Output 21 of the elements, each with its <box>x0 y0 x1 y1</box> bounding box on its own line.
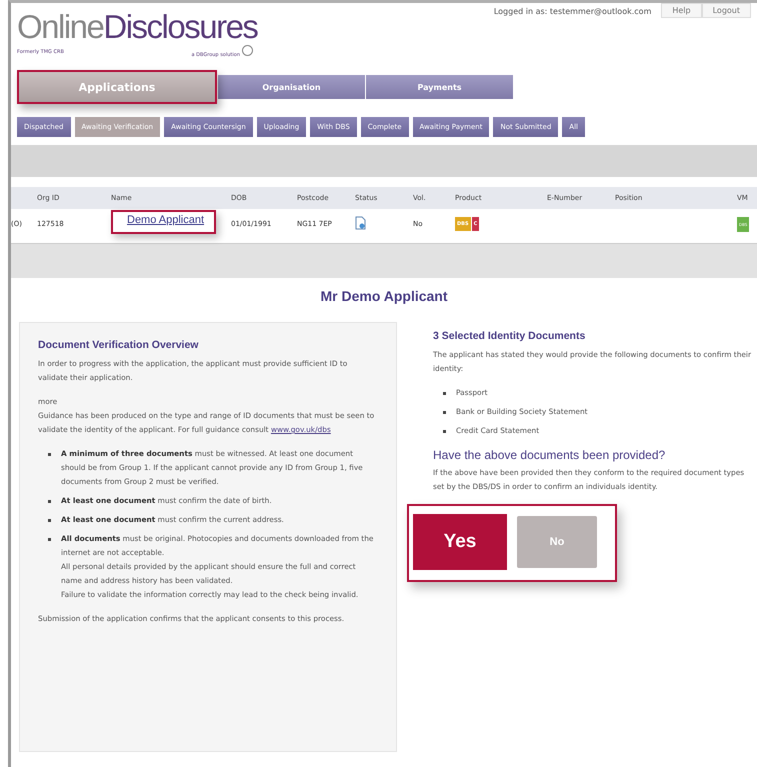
main-tab[interactable]: Applications <box>17 70 217 104</box>
main-tab[interactable]: Organisation <box>217 75 365 99</box>
document-icon <box>355 216 366 230</box>
panel-title: Document Verification Overview <box>38 339 200 351</box>
bullet-icon <box>48 538 51 541</box>
section-title: 3 Selected Identity Documents <box>433 330 586 342</box>
header-link[interactable]: Logout <box>702 3 751 18</box>
main-tab[interactable]: Payments <box>365 75 513 99</box>
applicant-link[interactable]: Demo Applicant <box>111 210 216 234</box>
bullet-icon <box>443 430 446 433</box>
logo: OnlineDisclosures <box>17 9 258 45</box>
question-title: Have the above documents been provided? <box>433 448 666 462</box>
bullet-icon <box>48 500 51 503</box>
account-label: Logged in as: testemmer@outlook.com <box>494 7 652 16</box>
bullet-icon <box>443 411 446 414</box>
answer-button[interactable]: Yes <box>413 514 507 570</box>
header-link[interactable]: Help <box>661 3 702 18</box>
bullet-icon <box>48 453 51 456</box>
applicant-title: Mr Demo Applicant <box>319 288 449 304</box>
bullet-icon <box>443 392 446 395</box>
bullet-icon <box>48 519 51 522</box>
